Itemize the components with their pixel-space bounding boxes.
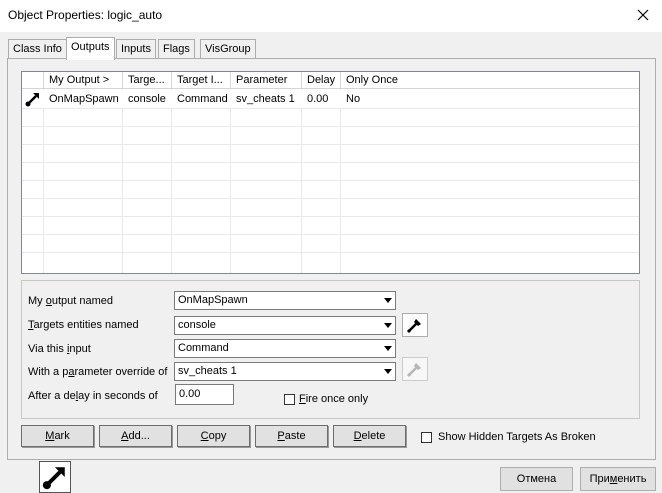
delete-button[interactable]: Delete	[333, 425, 406, 447]
column-header-my-output[interactable]: My Output >	[44, 72, 123, 89]
param-override-label: With a parameter override of	[28, 366, 168, 378]
title-bar: Object Properties: logic_auto	[0, 0, 662, 32]
via-input-combo[interactable]: Command	[174, 339, 396, 358]
cell-input: Command	[177, 93, 228, 105]
cancel-button[interactable]: Отмена	[500, 467, 573, 491]
grid-line	[22, 108, 639, 109]
cell-target: console	[128, 93, 166, 105]
tab-visgroup[interactable]: VisGroup	[200, 39, 256, 58]
column-header-icon[interactable]	[22, 72, 44, 89]
output-named-value: OnMapSpawn	[178, 294, 248, 306]
delay-value: 0.00	[179, 388, 201, 400]
delay-input[interactable]: 0.00	[175, 384, 234, 405]
show-hidden-label: Show Hidden Targets As Broken	[438, 431, 596, 443]
copy-button[interactable]: Copy	[177, 425, 250, 447]
param-override-combo[interactable]: sv_cheats 1	[174, 362, 396, 381]
cell-only-once: No	[346, 93, 361, 105]
grid-line	[22, 126, 639, 127]
eyedropper-icon	[407, 363, 421, 377]
close-icon	[637, 9, 649, 21]
grid-line	[22, 144, 639, 145]
cell-output: OnMapSpawn	[49, 93, 119, 105]
outputs-list[interactable]: My Output > Targe... Target I... Paramet…	[21, 71, 640, 274]
tab-inputs[interactable]: Inputs	[116, 39, 156, 58]
apply-button[interactable]: Применить	[580, 467, 656, 491]
output-arrow-icon	[25, 91, 41, 110]
targets-label: Targets entities named	[28, 319, 139, 331]
chevron-down-icon[interactable]	[380, 292, 395, 309]
chevron-down-icon[interactable]	[380, 317, 395, 334]
grid-line	[301, 89, 302, 273]
mark-button[interactable]: Mark	[21, 425, 94, 447]
grid-line	[230, 89, 231, 273]
via-input-label: Via this input	[28, 343, 91, 355]
cell-delay: 0.00	[307, 93, 329, 105]
cell-parameter: sv_cheats 1	[236, 93, 295, 105]
column-header-parameter[interactable]: Parameter	[231, 72, 302, 89]
grid-line	[43, 89, 44, 273]
target-picker-button[interactable]	[402, 313, 428, 337]
grid-line	[171, 89, 172, 273]
grid-line	[22, 216, 639, 217]
column-header-target[interactable]: Targe...	[123, 72, 172, 89]
tab-outputs[interactable]: Outputs	[66, 37, 115, 60]
close-button[interactable]	[630, 2, 656, 28]
targets-combo[interactable]: console	[174, 316, 396, 335]
entity-icon-preview	[39, 461, 71, 493]
grid-line	[22, 234, 639, 235]
via-input-value: Command	[178, 342, 229, 354]
eyedropper-icon	[407, 319, 421, 333]
fire-once-label: Fire once only	[299, 393, 369, 405]
grid-line	[22, 180, 639, 181]
chevron-down-icon[interactable]	[380, 340, 395, 357]
add-button[interactable]: Add...	[99, 425, 172, 447]
grid-line	[122, 89, 123, 273]
grid-line	[22, 252, 639, 253]
column-header-delay[interactable]: Delay	[302, 72, 341, 89]
column-header-only-once[interactable]: Only Once	[341, 72, 639, 89]
tab-flags[interactable]: Flags	[158, 39, 195, 58]
grid-line	[22, 162, 639, 163]
tab-class-info[interactable]: Class Info	[8, 39, 67, 58]
grid-line	[22, 198, 639, 199]
paste-button[interactable]: Paste	[255, 425, 328, 447]
param-picker-button[interactable]	[402, 357, 428, 381]
window-title: Object Properties: logic_auto	[8, 8, 163, 22]
output-named-label: My output named	[28, 295, 114, 307]
column-header-target-input[interactable]: Target I...	[172, 72, 231, 89]
grid-line	[340, 89, 341, 273]
param-override-value: sv_cheats 1	[178, 365, 237, 377]
fire-once-checkbox[interactable]	[284, 394, 295, 405]
output-named-combo[interactable]: OnMapSpawn	[174, 291, 396, 310]
delay-label: After a delay in seconds of	[28, 390, 158, 402]
chevron-down-icon[interactable]	[380, 363, 395, 380]
output-arrow-icon	[42, 467, 65, 490]
show-hidden-checkbox[interactable]	[421, 432, 432, 443]
table-row[interactable]: OnMapSpawn console Command sv_cheats 1 0…	[22, 90, 639, 108]
targets-value: console	[178, 319, 216, 331]
